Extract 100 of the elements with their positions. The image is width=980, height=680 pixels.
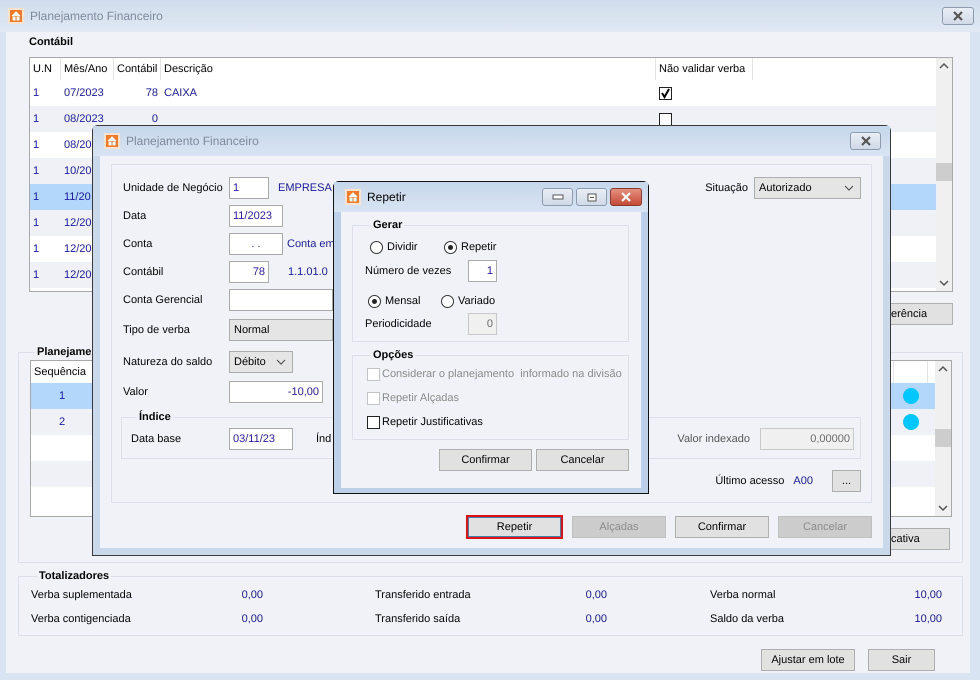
checkbox[interactable]	[367, 416, 380, 428]
chevron-icon	[276, 359, 286, 365]
window-title: Planejamento Financeiro	[126, 134, 259, 148]
input-field[interactable]: -10,00	[229, 381, 323, 403]
checkbox[interactable]	[659, 86, 672, 100]
checkbox[interactable]	[659, 112, 672, 126]
field-label: Periodicidade	[365, 318, 433, 330]
dropdown[interactable]: Débito	[229, 351, 293, 373]
radio-button[interactable]	[444, 240, 457, 254]
close-button[interactable]	[942, 7, 974, 25]
total-value: 0,00	[242, 588, 263, 603]
table-cell: 1	[33, 217, 40, 229]
input-field: 0,00000	[760, 428, 854, 450]
radio-label[interactable]: Repetir	[461, 241, 496, 253]
table-cell: 1	[33, 191, 40, 203]
input-field[interactable]: 11/2023	[229, 205, 283, 227]
section-title: Contábil	[29, 35, 74, 50]
minimize-button[interactable]	[542, 188, 573, 206]
table-cell: 78	[146, 87, 158, 99]
field-label: Unidade de Negócio	[123, 182, 224, 194]
table-cell: 1	[33, 243, 40, 255]
table-cell: 1	[58, 390, 66, 402]
table-cell: 1	[33, 165, 40, 177]
total-label: Transferido entrada	[375, 588, 471, 603]
scrollbar[interactable]	[935, 361, 951, 516]
maximize-button[interactable]	[576, 188, 607, 206]
table-cell: 10/20	[64, 165, 92, 177]
total-label: Verba suplementada	[31, 588, 132, 603]
minimize-icon	[552, 194, 564, 200]
app-icon	[345, 189, 361, 205]
checkbox-label[interactable]: Repetir Justificativas	[382, 416, 483, 428]
total-value: 10,00	[914, 612, 942, 627]
button[interactable]: Sair	[868, 649, 935, 671]
table-cell: 08/20	[64, 139, 92, 151]
input-field[interactable]: . .	[229, 233, 283, 255]
table-cell: 0	[152, 113, 158, 125]
scrollbar-thumb[interactable]	[936, 163, 952, 181]
field-label: Data	[123, 210, 148, 222]
radio-button[interactable]	[370, 240, 383, 254]
field-label: Conta Gerencial	[123, 294, 204, 306]
input-field[interactable]	[229, 289, 333, 311]
input-field: 0	[468, 313, 497, 335]
table-cell: 11/20	[64, 191, 91, 203]
input-field[interactable]: 78	[229, 261, 269, 283]
button[interactable]: Confirmar	[675, 516, 769, 538]
input-field[interactable]: 1	[468, 260, 497, 282]
chevron-icon	[844, 185, 854, 191]
total-value: 0,00	[242, 612, 263, 627]
radio-label[interactable]: Variado	[458, 295, 496, 307]
table-cell: 12/20	[64, 243, 92, 255]
close-button[interactable]	[850, 132, 881, 150]
field-label: Natureza do saldo	[123, 356, 214, 368]
field-label: Valor indexado	[677, 433, 750, 445]
radio-label[interactable]: Mensal	[385, 295, 420, 307]
field-label: Contábil	[123, 266, 164, 278]
browse-button[interactable]: ...	[832, 470, 861, 492]
scrollbar[interactable]	[936, 58, 952, 291]
field-label: Tipo de verba	[123, 324, 191, 336]
total-value: 0,00	[586, 588, 607, 603]
group-title: Planejame	[36, 345, 92, 359]
total-label: Verba contigenciada	[31, 612, 131, 627]
checkbox-label: Considerar o planejamento informado na divisão	[382, 368, 622, 380]
table-cell: 07/2023	[64, 87, 104, 99]
info-text: EMPRESA	[278, 182, 332, 194]
close-button[interactable]	[610, 188, 642, 206]
radio-label[interactable]: Dividir	[387, 241, 418, 253]
input-field[interactable]: 1	[229, 177, 269, 199]
field-label: Número de vezes	[365, 265, 452, 277]
button[interactable]: Ajustar em lote	[761, 649, 855, 671]
field-label: Situação	[705, 182, 748, 194]
close-icon	[952, 11, 964, 21]
table-cell: 1	[33, 139, 40, 151]
window-title: Planejamento Financeiro	[30, 9, 163, 23]
total-label: Saldo da verba	[710, 612, 784, 627]
group-title: Gerar	[372, 218, 404, 232]
total-value: 10,00	[914, 588, 942, 603]
total-value: 0,00	[586, 612, 607, 627]
table-cell: 2	[58, 416, 66, 428]
button[interactable]: Confirmar	[439, 449, 532, 471]
info-text: A00	[793, 475, 813, 487]
radio-button[interactable]	[441, 294, 454, 308]
scrollbar-thumb[interactable]	[935, 429, 951, 447]
field-label: Último acesso	[715, 475, 784, 487]
close-icon	[620, 192, 632, 202]
button[interactable]: Cancelar	[536, 449, 629, 471]
table-cell: 12/20	[64, 269, 92, 281]
dropdown[interactable]: Normal	[229, 319, 333, 341]
close-icon	[860, 136, 872, 146]
input-field[interactable]: 03/11/23	[229, 428, 293, 450]
table-cell: CAIXA	[164, 87, 198, 99]
total-label: Verba normal	[710, 588, 776, 603]
table-cell: 1	[33, 113, 40, 125]
radio-button[interactable]	[368, 294, 381, 308]
table-cell: 1	[33, 269, 40, 281]
button[interactable]: Repetir	[466, 515, 563, 539]
field-label: Índ	[316, 433, 332, 445]
dropdown[interactable]: Autorizado	[754, 177, 861, 199]
group-title: Totalizadores	[38, 569, 110, 583]
table-cell: 1	[33, 87, 40, 99]
window-title: Repetir	[367, 190, 406, 204]
